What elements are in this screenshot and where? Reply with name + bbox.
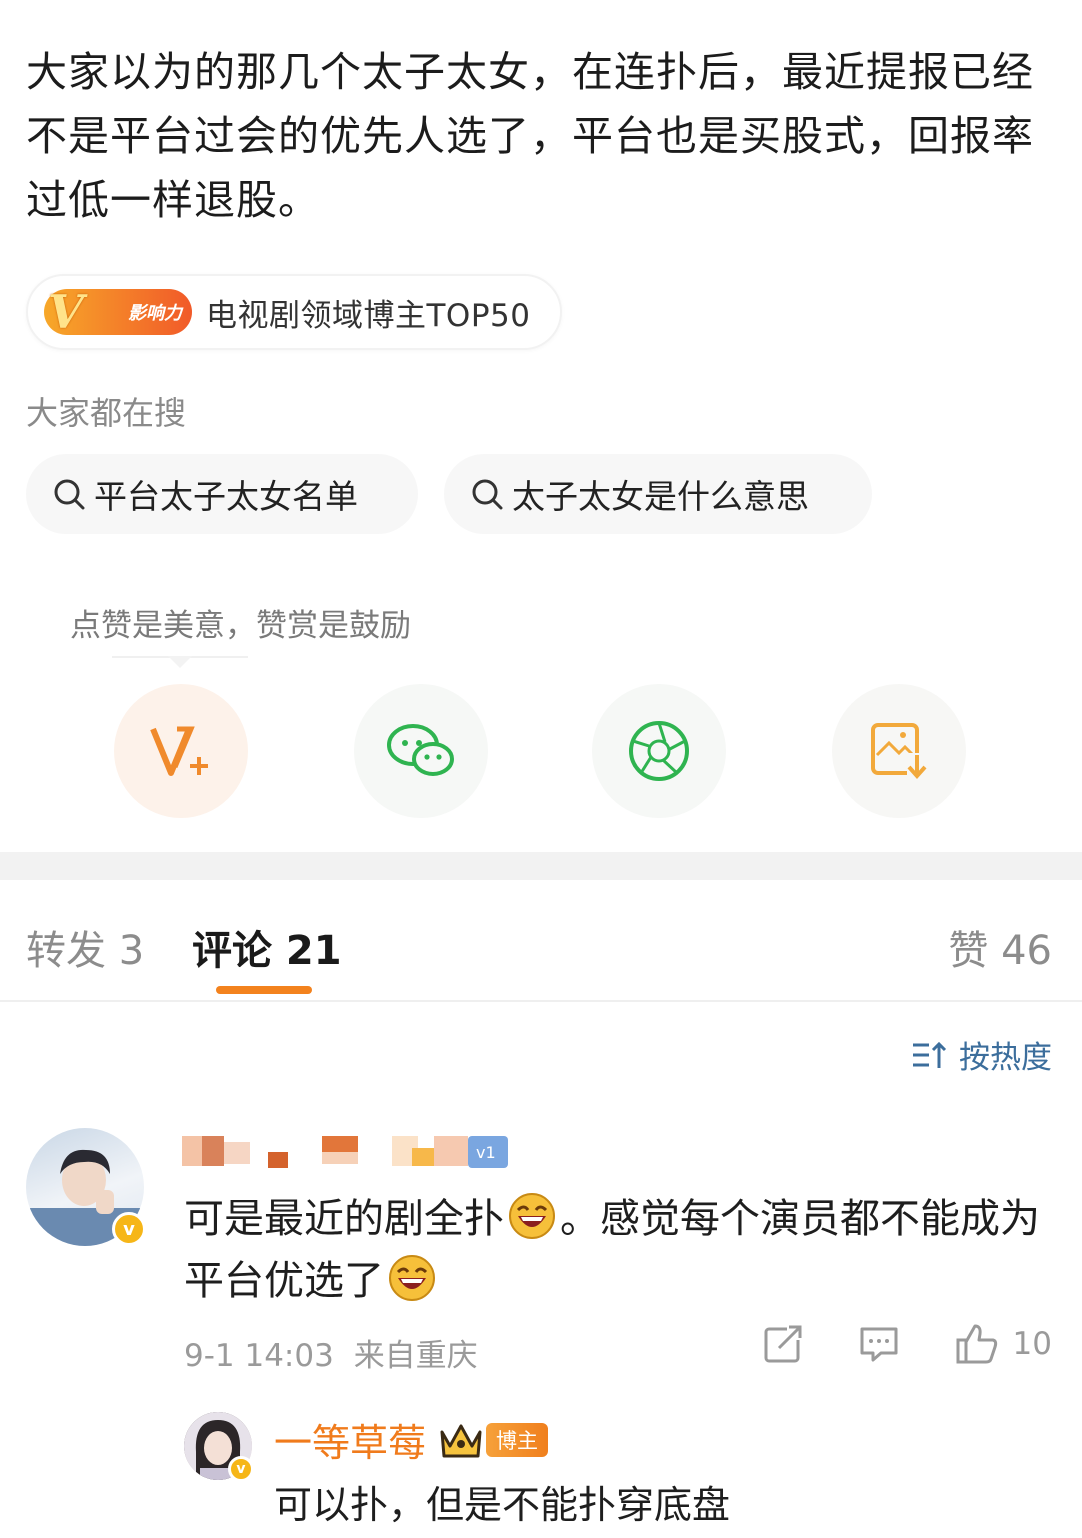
wechat-icon <box>387 724 454 776</box>
moments-icon <box>629 721 689 781</box>
moments-share-button[interactable] <box>592 684 726 818</box>
verified-badge-icon: v <box>228 1456 254 1482</box>
blurred-username: v1 <box>182 1136 508 1168</box>
tab-repost[interactable]: 转发 3 <box>26 918 144 976</box>
sort-button[interactable]: 按热度 <box>911 1032 1052 1077</box>
post-text: 大家以为的那几个太子太女，在连扑后，最近提报已经不是平台过会的优先人选了，平台也… <box>26 48 1034 224</box>
verified-badge-icon: v <box>112 1212 146 1246</box>
like-count: 10 <box>1012 1326 1052 1362</box>
comment-time: 9-1 14:03 <box>184 1338 334 1374</box>
influence-badge-label: 电视剧领域博主TOP50 <box>206 297 531 334</box>
tab-like[interactable]: 赞 46 <box>948 918 1052 976</box>
thumbs-up-icon[interactable] <box>955 1322 999 1366</box>
search-icon <box>472 479 503 510</box>
sort-label: 按热度 <box>959 1040 1052 1076</box>
search-icon <box>54 479 85 510</box>
laugh-emoji-icon <box>509 1193 555 1239</box>
wechat-share-button[interactable] <box>354 684 488 818</box>
comment-text-part: 可是最近的剧全扑 <box>184 1196 504 1242</box>
v-plus-icon <box>150 726 208 776</box>
active-tab-indicator <box>216 986 312 994</box>
v-logo-icon: V <box>48 285 84 339</box>
influence-badge[interactable]: V 影响力 电视剧领域博主TOP50 <box>26 274 562 350</box>
comment-text: 可是最近的剧全扑 。感觉每个演员都不能成为平台优选了 <box>184 1188 1054 1312</box>
tab-comment[interactable]: 评论 21 <box>192 918 342 976</box>
section-divider <box>0 852 1082 880</box>
hot-search-label: 太子太女是什么意思 <box>512 477 809 516</box>
image-download-icon <box>871 723 929 781</box>
hot-search-item[interactable]: 平台太子太女名单 <box>26 454 418 534</box>
comment-actions: 10 <box>707 1322 1052 1366</box>
reply-icon[interactable] <box>859 1324 899 1364</box>
sort-icon <box>913 1041 947 1068</box>
save-image-button[interactable] <box>832 684 966 818</box>
crown-icon <box>440 1424 482 1457</box>
svg-text:v1: v1 <box>476 1143 496 1162</box>
reward-tip: 点赞是美意，赞赏是鼓励 <box>70 608 411 644</box>
influence-logo-text: 影响力 <box>128 303 182 324</box>
laugh-emoji-icon <box>389 1255 435 1301</box>
comment-meta: 9-1 14:03 来自重庆 <box>184 1330 478 1375</box>
reply-author[interactable]: 一等草莓 博主 <box>274 1412 549 1467</box>
influence-logo: V 影响力 <box>44 285 192 339</box>
share-icon[interactable] <box>763 1324 803 1364</box>
hot-search-label: 平台太子太女名单 <box>94 477 358 516</box>
hot-search-title: 大家都在搜 <box>26 394 187 432</box>
reply-text: 可以扑，但是不能扑穿底盘 <box>274 1483 731 1527</box>
hot-search-item[interactable]: 太子太女是什么意思 <box>444 454 872 534</box>
comment-location: 来自重庆 <box>353 1338 478 1374</box>
interaction-tabs: 转发 3 评论 21 赞 46 <box>0 900 1082 1002</box>
reward-button[interactable] <box>114 684 248 818</box>
reply-author-name: 一等草莓 <box>274 1421 427 1465</box>
blogger-tag: 博主 <box>486 1422 549 1457</box>
tip-caret <box>112 656 248 668</box>
